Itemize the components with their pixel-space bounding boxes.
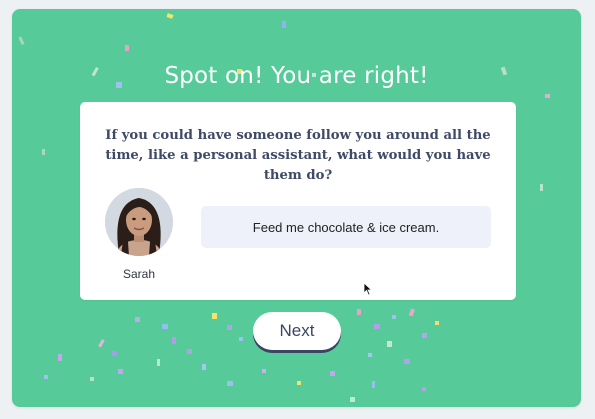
quiz-stage: Spot on! You are right! If you could hav…	[12, 9, 581, 407]
mouse-cursor-icon	[363, 282, 373, 296]
avatar	[105, 188, 173, 256]
person-name: Sarah	[122, 267, 156, 281]
success-headline: Spot on! You are right!	[164, 63, 429, 89]
woman-portrait-avatar-icon	[105, 188, 173, 256]
question-card: If you could have someone follow you aro…	[80, 102, 516, 300]
next-button-label: Next	[279, 321, 315, 340]
question-text: If you could have someone follow you aro…	[105, 128, 491, 183]
answer-text: Feed me chocolate & ice cream.	[252, 219, 440, 235]
answer-option[interactable]: Feed me chocolate & ice cream.	[201, 206, 491, 248]
next-button[interactable]: Next	[253, 312, 341, 350]
